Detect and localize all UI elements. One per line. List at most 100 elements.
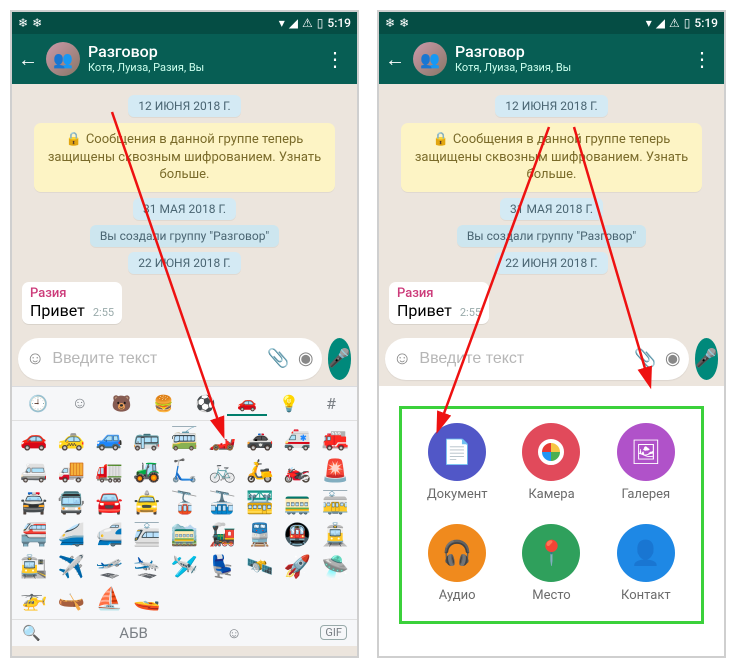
camera-icon[interactable]: ◉ (665, 348, 681, 369)
emoji-cell[interactable]: 🚲 (204, 457, 240, 487)
avatar[interactable]: 👥 (46, 42, 80, 76)
message-input-pill[interactable]: ☺ 📎 ◉ (18, 338, 322, 380)
emoji-cell[interactable]: 🚘 (91, 489, 127, 519)
emoji-cell[interactable]: 🛫 (91, 553, 127, 583)
emoji-cell[interactable]: 🚗 (16, 425, 52, 455)
attach-doc[interactable]: 📄Документ (410, 423, 504, 502)
emoji-cell[interactable]: 🚍 (54, 489, 90, 519)
emoji-tab[interactable]: ⚽ (186, 392, 226, 415)
mic-button[interactable]: 🎤 (695, 338, 718, 380)
clock: 5:19 (694, 16, 718, 30)
emoji-cell[interactable]: 💺 (204, 553, 240, 583)
encryption-notice[interactable]: 🔒Сообщения в данной группе теперь защище… (34, 123, 335, 192)
attach-icon[interactable]: 📎 (634, 348, 656, 369)
appbar-titles[interactable]: Разговор Котя, Луиза, Разия, Вы (88, 43, 311, 74)
back-icon[interactable]: ← (385, 47, 405, 72)
emoji-cell[interactable]: ⛵ (91, 585, 127, 615)
app-bar: ← 👥 Разговор Котя, Луиза, Разия, Вы ⋮ (12, 34, 357, 84)
emoji-cell[interactable]: 🚋 (317, 489, 353, 519)
emoji-cell[interactable]: 🚃 (280, 489, 316, 519)
emoji-cell[interactable]: 🛰️ (242, 553, 278, 583)
mic-button[interactable]: 🎤 (328, 338, 351, 380)
attach-gallery[interactable]: 🖼Галерея (599, 423, 693, 502)
emoji-cell[interactable]: 🚕 (54, 425, 90, 455)
emoji-cell[interactable]: 🚄 (54, 521, 90, 551)
incoming-message[interactable]: Разия Привет 2:55 (22, 282, 122, 324)
emoji-cell[interactable]: 🚅 (91, 521, 127, 551)
attach-location[interactable]: 📍Место (504, 524, 598, 603)
emoji-cell[interactable]: 🛸 (317, 553, 353, 583)
emoji-cell[interactable]: 🚁 (16, 585, 52, 615)
attach-icon[interactable]: 📎 (267, 348, 289, 369)
emoji-cell[interactable]: 🚉 (16, 553, 52, 583)
emoji-cell[interactable]: 🚆 (242, 521, 278, 551)
emoji-cell[interactable]: 🚞 (167, 521, 203, 551)
emoji-cell[interactable]: 🛬 (129, 553, 165, 583)
emoji-cell[interactable]: 🚌 (129, 425, 165, 455)
emoji-cell[interactable]: 🚒 (317, 425, 353, 455)
attach-label: Галерея (599, 487, 693, 502)
gif-button[interactable]: GIF (320, 625, 347, 640)
msg-sender: Разия (30, 286, 114, 301)
appbar-titles[interactable]: Разговор Котя, Луиза, Разия, Вы (455, 43, 678, 74)
emoji-cell[interactable]: 🚐 (16, 457, 52, 487)
emoji-cell[interactable]: 🏍️ (280, 457, 316, 487)
camera-icon[interactable]: ◉ (298, 348, 314, 369)
date-chip: 22 ИЮНЯ 2018 Г. (128, 252, 240, 274)
more-icon[interactable]: ⋮ (686, 47, 718, 71)
emoji-tab[interactable]: 💡 (269, 392, 309, 415)
emoji-cell[interactable]: 🚜 (129, 457, 165, 487)
emoji-tab[interactable]: 🕘 (18, 392, 58, 415)
emoji-cell[interactable]: 🚝 (16, 521, 52, 551)
emoji-cell[interactable]: 🛩️ (167, 553, 203, 583)
search-icon[interactable]: 🔍 (22, 624, 41, 642)
avatar[interactable]: 👥 (413, 42, 447, 76)
emoji-cell[interactable]: 🚨 (317, 457, 353, 487)
more-icon[interactable]: ⋮ (319, 47, 351, 71)
emoji-cell[interactable]: 🚛 (91, 457, 127, 487)
emoji-icon[interactable]: ☺ (26, 348, 44, 369)
emoji-cell[interactable]: 🛶 (54, 585, 90, 615)
message-input[interactable] (419, 350, 626, 368)
abc-button[interactable]: АБВ (119, 624, 148, 642)
emoji-icon[interactable]: ☺ (393, 348, 411, 369)
emoji-cell[interactable]: 🏎️ (204, 425, 240, 455)
message-input-pill[interactable]: ☺ 📎 ◉ (385, 338, 689, 380)
attach-label: Место (504, 588, 598, 603)
emoji-cell[interactable]: 🚇 (280, 521, 316, 551)
emoji-cell[interactable]: 🚑 (280, 425, 316, 455)
emoji-cell[interactable]: 🚊 (317, 521, 353, 551)
emoji-cell[interactable]: 🚂 (204, 521, 240, 551)
audio-icon: 🎧 (428, 524, 486, 582)
emoji-tab[interactable]: ☺ (60, 391, 100, 415)
emoji-tab[interactable]: # (311, 392, 351, 415)
attach-panel: 📄ДокументКамера🖼Галерея 🎧Аудио📍Место👤Конт… (379, 386, 724, 656)
msg-sender: Разия (397, 286, 481, 301)
attach-audio[interactable]: 🎧Аудио (410, 524, 504, 603)
emoji-mode-icon[interactable]: ☺ (226, 624, 241, 642)
emoji-cell[interactable]: 🚤 (129, 585, 165, 615)
emoji-cell[interactable]: 🚎 (167, 425, 203, 455)
attach-camera[interactable]: Камера (504, 423, 598, 502)
emoji-cell[interactable]: 🛵 (242, 457, 278, 487)
emoji-cell[interactable]: 🚖 (129, 489, 165, 519)
back-icon[interactable]: ← (18, 47, 38, 72)
emoji-cell[interactable]: 🚙 (91, 425, 127, 455)
emoji-cell[interactable]: 🛴 (167, 457, 203, 487)
emoji-tab[interactable]: 🍔 (144, 392, 184, 415)
emoji-cell[interactable]: 🚈 (129, 521, 165, 551)
emoji-tab[interactable]: 🐻 (102, 392, 142, 415)
emoji-cell[interactable]: 🚀 (280, 553, 316, 583)
incoming-message[interactable]: Разия Привет 2:55 (389, 282, 489, 324)
emoji-cell[interactable]: 🚠 (204, 489, 240, 519)
attach-contact[interactable]: 👤Контакт (599, 524, 693, 603)
message-input[interactable] (52, 350, 259, 368)
emoji-cell[interactable]: 🚡 (167, 489, 203, 519)
emoji-tab[interactable]: 🚗 (227, 391, 267, 416)
emoji-cell[interactable]: 🚓 (242, 425, 278, 455)
emoji-cell[interactable]: 🚚 (54, 457, 90, 487)
emoji-cell[interactable]: ✈️ (54, 553, 90, 583)
emoji-cell[interactable]: 🚟 (242, 489, 278, 519)
encryption-notice[interactable]: 🔒Сообщения в данной группе теперь защище… (401, 123, 702, 192)
emoji-cell[interactable]: 🚔 (16, 489, 52, 519)
